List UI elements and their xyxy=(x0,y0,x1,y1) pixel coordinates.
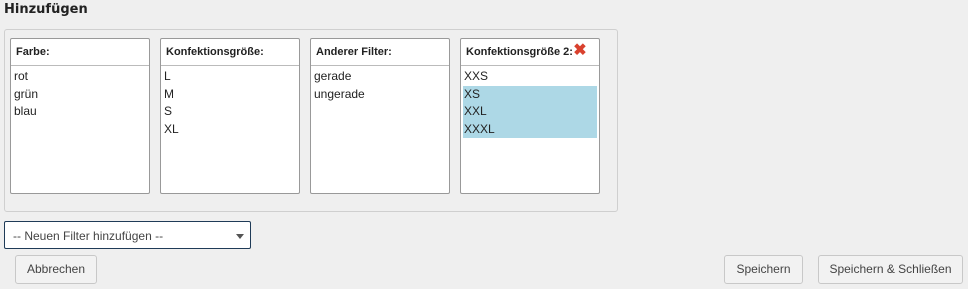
remove-filter-icon[interactable]: ✖ xyxy=(573,43,587,59)
filter-option[interactable]: gerade xyxy=(313,68,447,86)
filter-option[interactable]: S xyxy=(163,103,297,121)
filter-option[interactable]: L xyxy=(163,68,297,86)
filter-header: Anderer Filter: xyxy=(311,39,449,66)
filter-list-konfektionsgroesse[interactable]: Konfektionsgröße: L M S XL xyxy=(160,38,300,194)
filter-list-anderer-filter[interactable]: Anderer Filter: gerade ungerade xyxy=(310,38,450,194)
chevron-down-icon xyxy=(236,234,244,239)
filter-header: Farbe: xyxy=(11,39,149,66)
add-filter-select[interactable]: -- Neuen Filter hinzufügen -- xyxy=(4,221,251,249)
filter-option[interactable]: grün xyxy=(13,86,147,104)
filter-option[interactable]: M xyxy=(163,86,297,104)
filter-header-label: Konfektionsgröße 2: xyxy=(466,46,573,58)
filter-option-selected[interactable]: XXXL xyxy=(463,120,597,139)
page-title: Hinzufügen xyxy=(4,2,88,17)
filter-option[interactable]: rot xyxy=(13,68,147,86)
filter-option[interactable]: ungerade xyxy=(313,86,447,104)
save-close-button[interactable]: Speichern & Schließen xyxy=(818,255,963,284)
filter-list-konfektionsgroesse-2[interactable]: Konfektionsgröße 2: ✖ XXS XS XXL XXXL xyxy=(460,38,600,194)
save-button[interactable]: Speichern xyxy=(724,255,803,284)
filter-option[interactable]: XXS xyxy=(463,68,597,86)
filter-option-selected[interactable]: XS xyxy=(463,85,597,104)
add-filter-select-value: -- Neuen Filter hinzufügen -- xyxy=(13,229,164,243)
filter-list-farbe[interactable]: Farbe: rot grün blau xyxy=(10,38,150,194)
filter-option[interactable]: XL xyxy=(163,121,297,139)
filter-panel: Farbe: rot grün blau Konfektionsgröße: L… xyxy=(4,29,618,212)
cancel-button[interactable]: Abbrechen xyxy=(15,255,97,284)
filter-header: Konfektionsgröße: xyxy=(161,39,299,66)
filter-option-selected[interactable]: XXL xyxy=(463,103,597,121)
filter-option[interactable]: blau xyxy=(13,103,147,121)
filter-header: Konfektionsgröße 2: ✖ xyxy=(461,39,599,66)
